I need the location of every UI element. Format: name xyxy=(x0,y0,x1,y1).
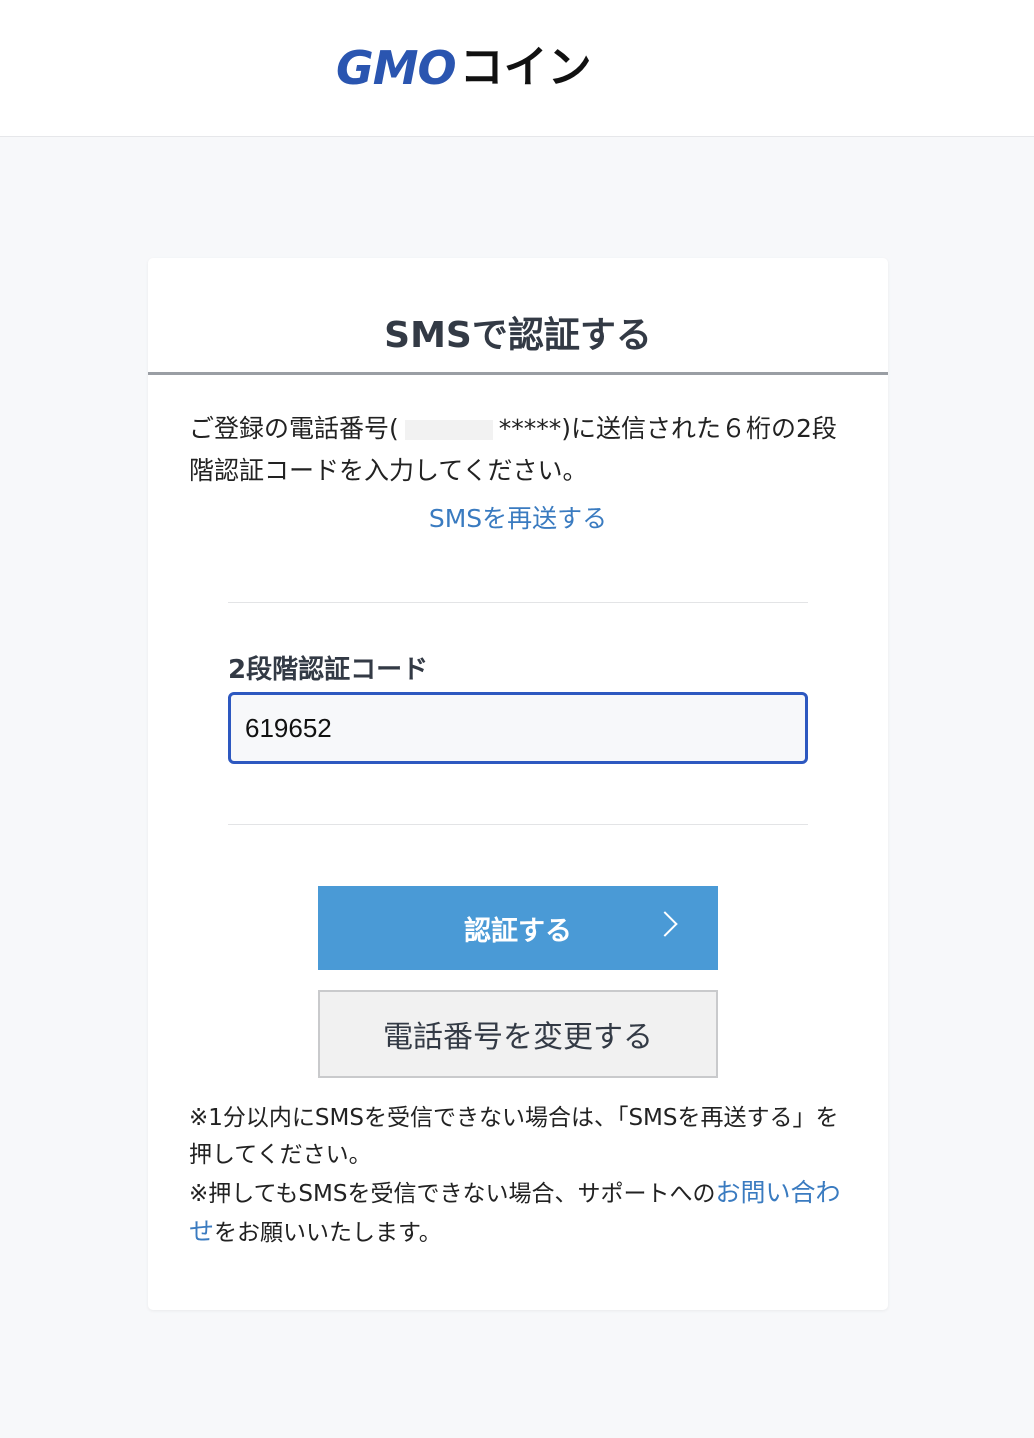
divider xyxy=(228,602,808,603)
masked-phone-number xyxy=(404,420,493,440)
note-support-text-end: をお願いいたします。 xyxy=(214,1220,442,1246)
note-support: ※押してもSMSを受信できない場合、サポートへのお問い合わせをお願いいたします。 xyxy=(189,1174,841,1252)
chevron-right-icon xyxy=(652,911,678,937)
logo-coin-text: コイン xyxy=(459,42,592,93)
site-header: GMO コイン xyxy=(0,0,1034,137)
divider xyxy=(228,824,808,825)
help-notes: ※1分以内にSMSを受信できない場合は、「SMSを再送する」を押してください。 … xyxy=(189,1100,841,1252)
sms-auth-card: SMSで認証する ご登録の電話番号(*****)に送信された６桁の2段階認証コー… xyxy=(148,258,888,1310)
note-resend: ※1分以内にSMSを受信できない場合は、「SMSを再送する」を押してください。 xyxy=(189,1105,839,1168)
change-phone-button-label: 電話番号を変更する xyxy=(383,1020,653,1055)
verify-button[interactable]: 認証する xyxy=(318,886,718,970)
change-phone-button[interactable]: 電話番号を変更する xyxy=(318,990,718,1078)
gmo-coin-logo[interactable]: GMO コイン xyxy=(336,41,592,95)
intro-text-start: ご登録の電話番号( xyxy=(189,414,399,443)
resend-sms-link[interactable]: SMSを再送する xyxy=(148,501,888,537)
page-title: SMSで認証する xyxy=(148,258,888,375)
logo-gmo-text: GMO xyxy=(336,41,457,95)
two-factor-code-input[interactable] xyxy=(228,692,808,764)
note-support-text: ※押してもSMSを受信できない場合、サポートへの xyxy=(189,1181,716,1207)
code-label: 2段階認証コード xyxy=(228,655,429,685)
verify-button-label: 認証する xyxy=(464,915,572,947)
intro-text: ご登録の電話番号(*****)に送信された６桁の2段階認証コードを入力してくださ… xyxy=(189,408,849,492)
